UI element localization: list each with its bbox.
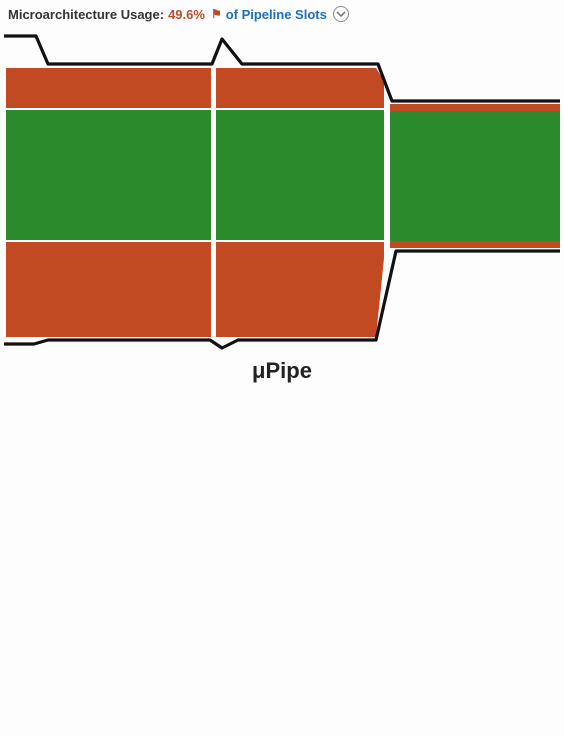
expand-button[interactable]	[333, 6, 349, 22]
pipe-band-orange-bottom	[6, 242, 211, 337]
pipe-band-orange-bottom	[216, 242, 376, 337]
pipe-band-green	[6, 110, 211, 240]
chevron-down-icon	[336, 9, 346, 19]
pipe-band-green	[216, 110, 384, 240]
pipe-band-orange-bottom	[390, 241, 560, 248]
microarch-usage-unit[interactable]: of Pipeline Slots	[226, 7, 327, 22]
pipe-band-orange-top	[6, 68, 211, 108]
pipe-band-orange-top	[216, 68, 376, 108]
pipe-band-green	[390, 111, 560, 241]
upipe-svg	[4, 26, 560, 354]
upipe-title: μPipe	[4, 358, 560, 384]
microarch-usage-label: Microarchitecture Usage:	[8, 7, 164, 22]
pipe-band-orange-top	[390, 104, 560, 111]
microarch-usage-value: 49.6%	[168, 7, 205, 22]
flag-icon: ⚑	[211, 7, 222, 21]
upipe-diagram	[4, 26, 560, 354]
microarch-usage-header: Microarchitecture Usage: 49.6% ⚑ of Pipe…	[4, 4, 560, 24]
